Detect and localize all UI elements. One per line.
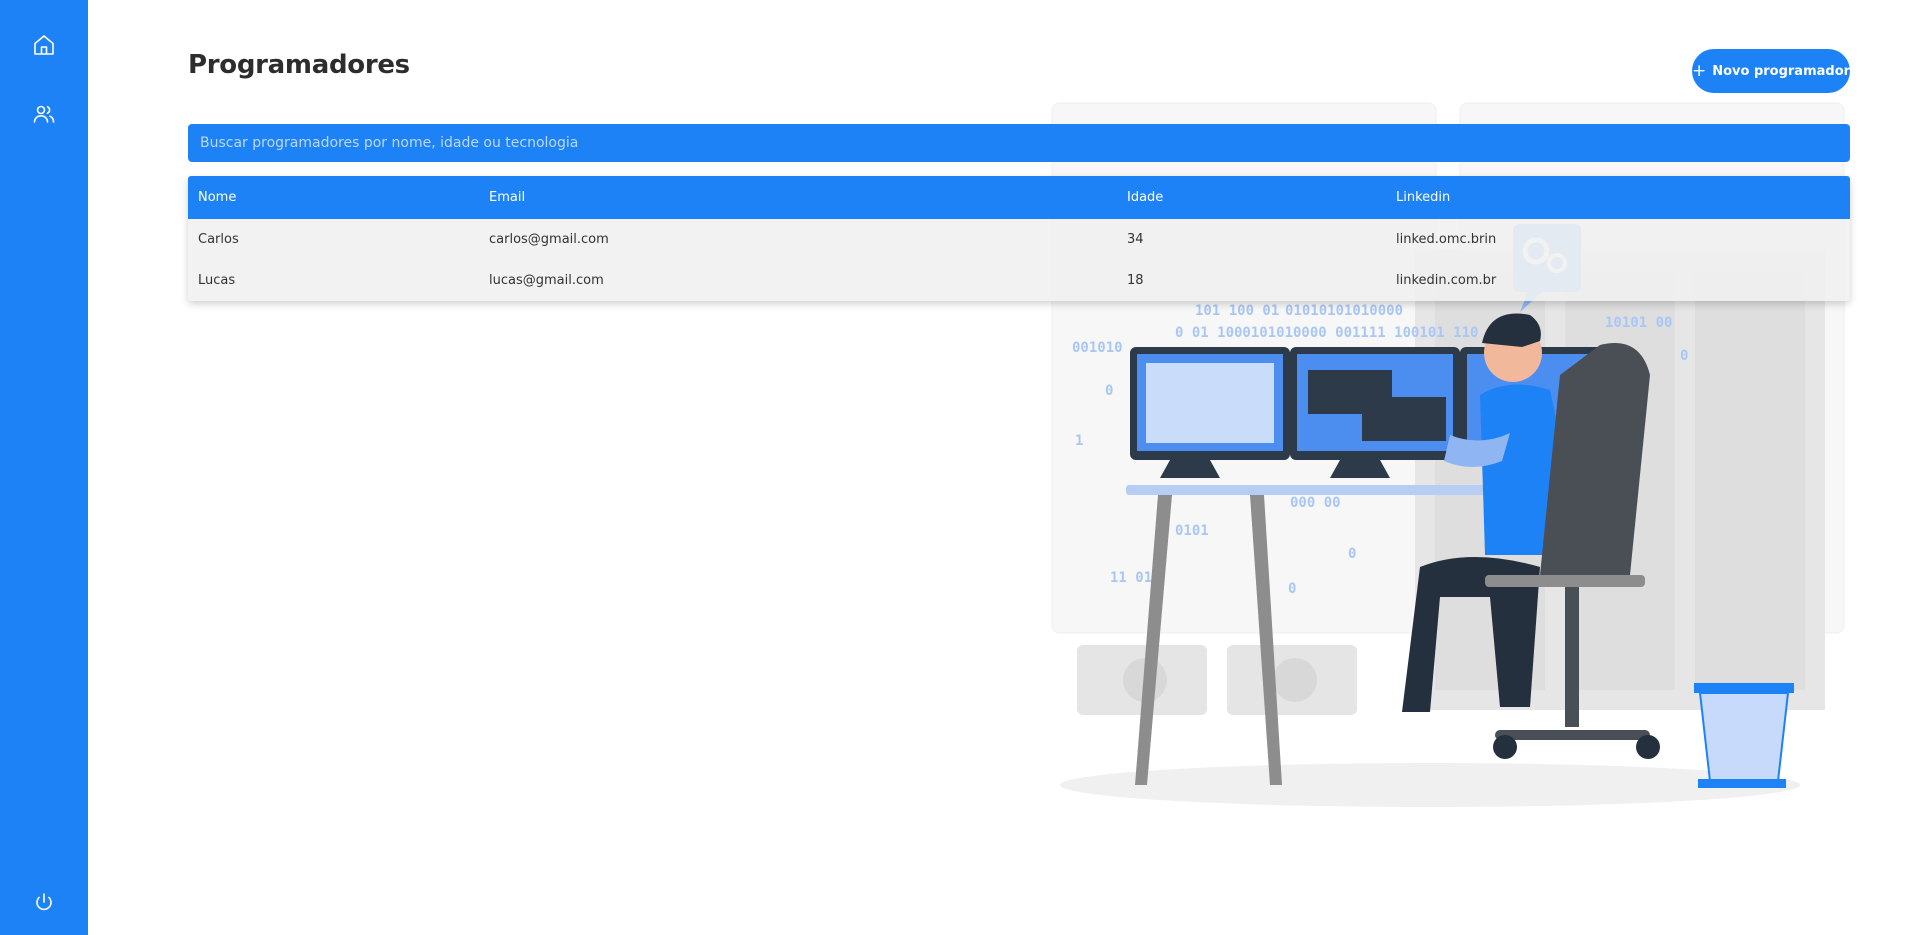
column-header-nome: Nome: [198, 190, 237, 205]
svg-text:001010: 001010: [1072, 340, 1123, 356]
cell-email: carlos@gmail.com: [489, 232, 609, 247]
svg-text:0: 0: [1680, 348, 1688, 364]
table-header-row: Nome Email Idade Linkedin: [188, 176, 1850, 219]
page-title: Programadores: [188, 50, 410, 80]
svg-text:1: 1: [1075, 433, 1083, 449]
svg-text:0 01 1000101010000 001111 1001: 0 01 1000101010000 001111 100101 110: [1175, 325, 1478, 341]
users-icon[interactable]: [30, 100, 58, 128]
plus-icon: +: [1691, 60, 1707, 81]
new-programmer-button[interactable]: + Novo programador: [1692, 49, 1850, 93]
search-input[interactable]: [188, 124, 1850, 162]
cell-nome: Carlos: [198, 232, 239, 247]
cell-linkedin: linked.omc.brin: [1396, 232, 1497, 247]
svg-text:01010101010000: 01010101010000: [1285, 303, 1403, 319]
column-header-idade: Idade: [1127, 190, 1164, 205]
cell-idade: 18: [1127, 273, 1144, 288]
column-header-email: Email: [489, 190, 526, 205]
power-icon[interactable]: [30, 889, 58, 917]
svg-text:101 100 01: 101 100 01: [1195, 303, 1279, 319]
svg-text:0: 0: [1288, 581, 1296, 597]
svg-text:10101 00: 10101 00: [1605, 315, 1672, 331]
svg-text:0: 0: [1105, 383, 1113, 399]
table-row[interactable]: Carlos carlos@gmail.com 34 linked.omc.br…: [188, 219, 1850, 260]
table-row[interactable]: Lucas lucas@gmail.com 18 linkedin.com.br: [188, 260, 1850, 301]
home-icon[interactable]: [30, 31, 58, 59]
cell-linkedin: linkedin.com.br: [1396, 273, 1497, 288]
cell-nome: Lucas: [198, 273, 236, 288]
svg-text:11 01: 11 01: [1110, 570, 1152, 586]
new-programmer-label: Novo programador: [1712, 63, 1851, 79]
svg-text:0: 0: [1348, 546, 1356, 562]
svg-text:000 00: 000 00: [1290, 495, 1341, 511]
cell-idade: 34: [1127, 232, 1144, 247]
cell-email: lucas@gmail.com: [489, 273, 604, 288]
svg-text:0101: 0101: [1175, 523, 1209, 539]
sidebar: [0, 0, 88, 935]
column-header-linkedin: Linkedin: [1396, 190, 1451, 205]
programmers-table: Nome Email Idade Linkedin Carlos carlos@…: [188, 176, 1850, 301]
